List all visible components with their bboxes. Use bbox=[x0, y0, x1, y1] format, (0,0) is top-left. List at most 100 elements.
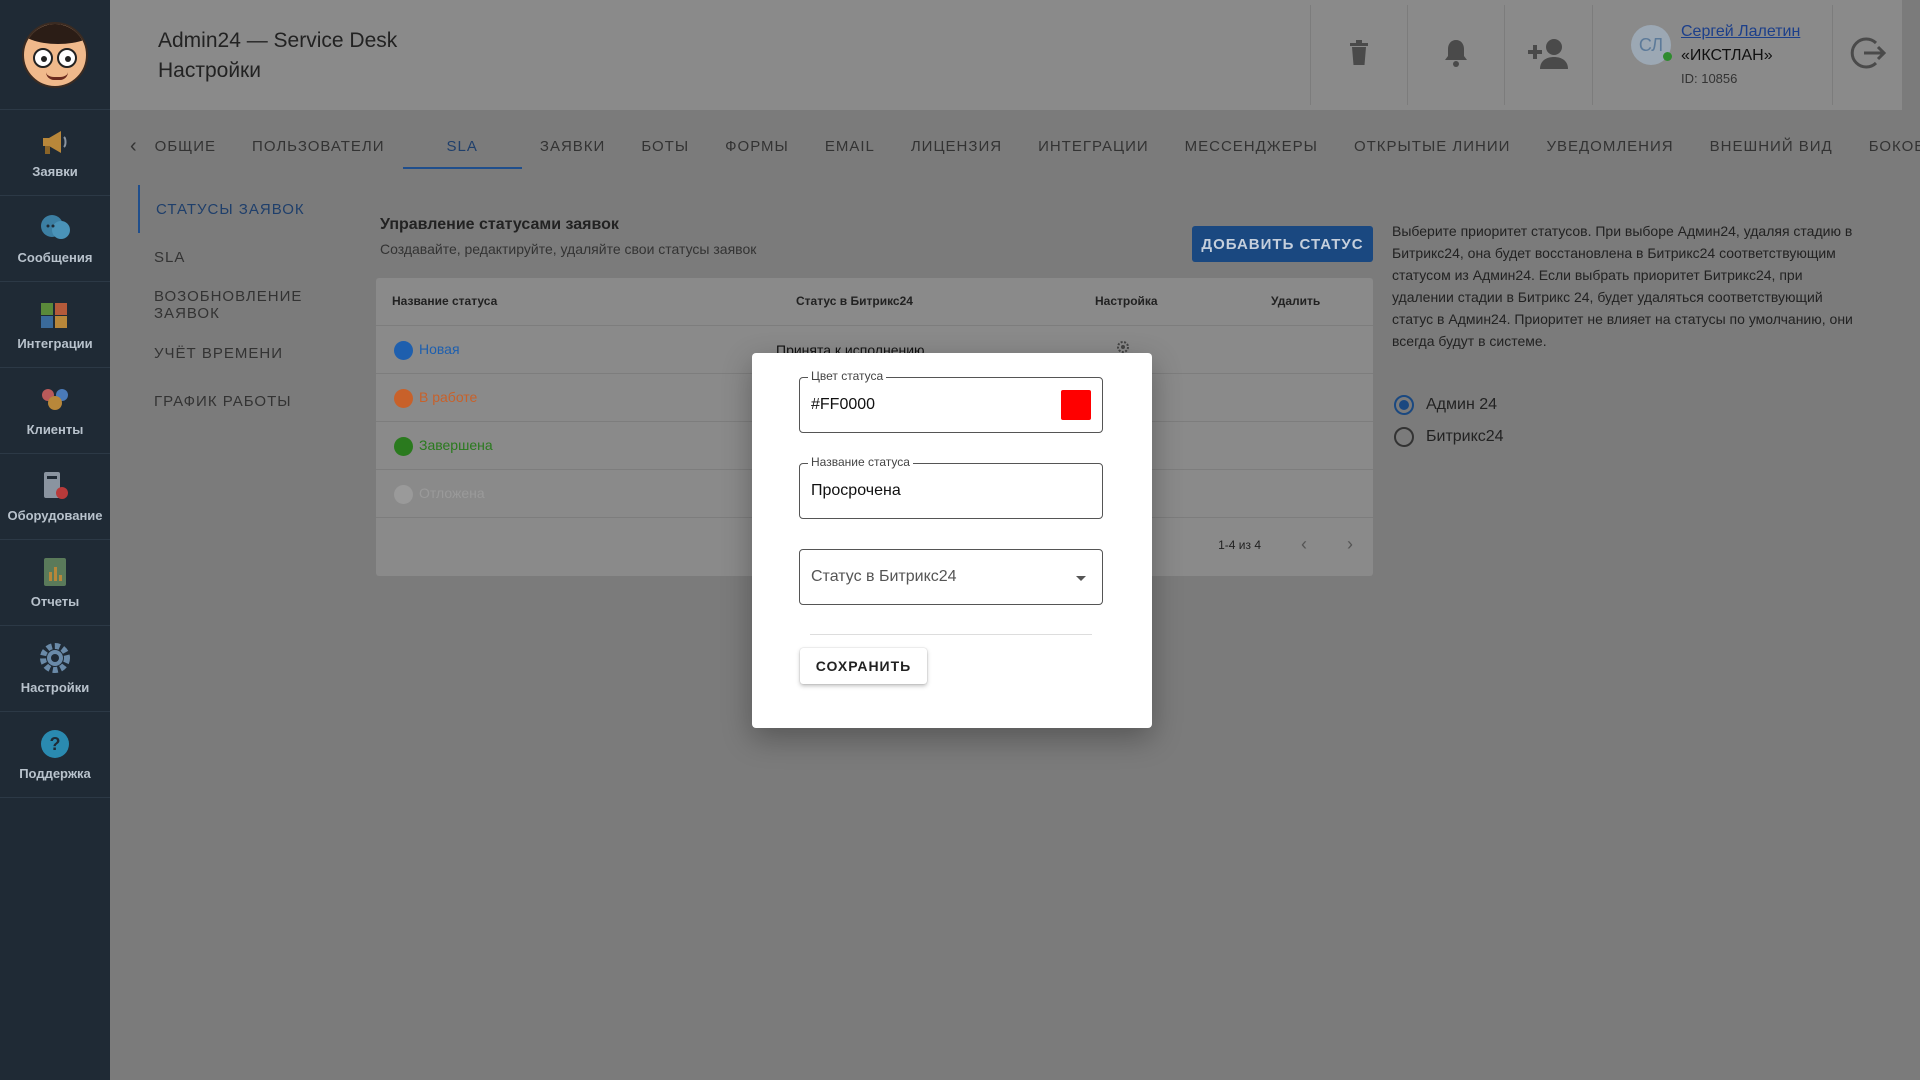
submenu-item-time-tracking[interactable]: УЧЁТ ВРЕМЕНИ bbox=[138, 329, 368, 377]
user-info: СЛ Сергей Лалетин «ИКСТЛАН» ID: 10856 bbox=[1592, 5, 1832, 105]
sidebar: Заявки Сообщения Интеграции Клиенты Обор… bbox=[0, 0, 110, 1080]
radio-label: Битрикс24 bbox=[1426, 428, 1504, 445]
sidebar-item-messages[interactable]: Сообщения bbox=[0, 196, 110, 282]
priority-option-bitrix24[interactable]: Битрикс24 bbox=[1394, 427, 1504, 447]
sidebar-item-label: Заявки bbox=[32, 164, 78, 179]
settings-tabs: ‹ ОБЩИЕ ПОЛЬЗОВАТЕЛИ SLA ЗАЯВКИ БОТЫ ФОР… bbox=[130, 118, 1920, 174]
status-name-link[interactable]: В работе bbox=[419, 389, 477, 405]
mascot-face-icon bbox=[22, 21, 88, 88]
sidebar-item-label: Настройки bbox=[20, 680, 90, 695]
tab-license[interactable]: ЛИЦЕНЗИЯ bbox=[893, 118, 1020, 174]
sidebar-item-equipment[interactable]: Оборудование bbox=[0, 454, 110, 540]
add-status-dialog: Цвет статуса #FF0000 Название статуса Пр… bbox=[752, 353, 1152, 728]
megaphone-icon bbox=[39, 126, 71, 158]
status-name-link[interactable]: Отложена bbox=[419, 485, 485, 501]
submenu-item-statuses[interactable]: СТАТУСЫ ЗАЯВОК bbox=[138, 185, 368, 233]
radio-selected-icon bbox=[1394, 395, 1414, 415]
section-title: Настройки bbox=[158, 59, 261, 82]
bell-icon bbox=[1443, 38, 1469, 73]
status-name-value: Просрочена bbox=[811, 482, 901, 499]
trash-button[interactable] bbox=[1310, 5, 1406, 105]
tab-notifications[interactable]: УВЕДОМЛЕНИЯ bbox=[1528, 118, 1691, 174]
sidebar-item-settings[interactable]: Настройки bbox=[0, 626, 110, 712]
status-name-link[interactable]: Завершена bbox=[419, 437, 493, 453]
status-color-dot bbox=[394, 341, 413, 360]
radio-label: Админ 24 bbox=[1426, 396, 1498, 413]
tab-appearance[interactable]: ВНЕШНИЙ ВИД bbox=[1692, 118, 1851, 174]
color-value: #FF0000 bbox=[811, 396, 876, 413]
top-header: Admin24 — Service Desk Настройки СЛ Серг… bbox=[110, 0, 1902, 110]
column-header: Статус в Битрикс24 bbox=[796, 294, 913, 308]
field-label: Название статуса bbox=[808, 455, 913, 469]
user-id: ID: 10856 bbox=[1681, 71, 1738, 86]
add-status-button[interactable]: ДОБАВИТЬ СТАТУС bbox=[1192, 226, 1373, 262]
sidebar-item-label: Интеграции bbox=[17, 336, 93, 351]
chat-bubbles-icon bbox=[39, 212, 71, 244]
chevron-left-icon: ‹ bbox=[130, 134, 137, 157]
status-color-field[interactable]: Цвет статуса #FF0000 bbox=[799, 369, 1103, 433]
notifications-button[interactable] bbox=[1407, 5, 1503, 105]
sidebar-item-clients[interactable]: Клиенты bbox=[0, 368, 110, 454]
tab-forms[interactable]: ФОРМЫ bbox=[707, 118, 807, 174]
logout-button[interactable] bbox=[1832, 5, 1902, 105]
sidebar-item-requests[interactable]: Заявки bbox=[0, 110, 110, 196]
color-swatch[interactable] bbox=[1061, 390, 1091, 420]
next-page-button[interactable]: › bbox=[1347, 534, 1353, 555]
tab-side[interactable]: БОКОВОЕ bbox=[1851, 118, 1920, 174]
clients-icon bbox=[39, 384, 71, 416]
submenu-item-schedule[interactable]: ГРАФИК РАБОТЫ bbox=[138, 377, 368, 425]
report-icon bbox=[39, 556, 71, 588]
tab-open-lines[interactable]: ОТКРЫТЫЕ ЛИНИИ bbox=[1336, 118, 1529, 174]
trash-icon bbox=[1348, 39, 1370, 71]
gear-icon bbox=[39, 642, 71, 674]
sidebar-item-reports[interactable]: Отчеты bbox=[0, 540, 110, 626]
pagination: 1-4 из 4 ‹ › bbox=[1218, 534, 1353, 555]
divider bbox=[810, 634, 1092, 635]
sidebar-item-label: Сообщения bbox=[17, 250, 93, 265]
sidebar-item-support[interactable]: ? Поддержка bbox=[0, 712, 110, 798]
submenu-item-sla[interactable]: SLA bbox=[138, 233, 368, 281]
pagination-range: 1-4 из 4 bbox=[1218, 537, 1261, 552]
tab-integrations[interactable]: ИНТЕГРАЦИИ bbox=[1020, 118, 1167, 174]
help-icon: ? bbox=[39, 728, 71, 760]
sidebar-item-label: Оборудование bbox=[7, 508, 103, 523]
status-color-dot bbox=[394, 437, 413, 456]
status-name-link[interactable]: Новая bbox=[419, 341, 460, 357]
prev-page-button[interactable]: ‹ bbox=[1301, 534, 1307, 555]
status-color-dot bbox=[394, 389, 413, 408]
column-header: Название статуса bbox=[392, 294, 498, 308]
status-name-field[interactable]: Название статуса Просрочена bbox=[799, 455, 1103, 519]
save-button[interactable]: СОХРАНИТЬ bbox=[800, 648, 927, 684]
tab-sla[interactable]: SLA bbox=[402, 118, 523, 174]
column-header: Настройка bbox=[1095, 294, 1158, 308]
priority-option-admin24[interactable]: Админ 24 bbox=[1394, 395, 1497, 415]
tab-email[interactable]: EMAIL bbox=[807, 118, 893, 174]
settings-submenu: СТАТУСЫ ЗАЯВОК SLA ВОЗОБНОВЛЕНИЕ ЗАЯВОК … bbox=[138, 185, 368, 425]
page-title: Admin24 — Service Desk Настройки bbox=[158, 26, 397, 86]
app-logo[interactable] bbox=[0, 0, 110, 110]
logout-icon bbox=[1850, 35, 1886, 76]
user-name-link[interactable]: Сергей Лалетин bbox=[1681, 23, 1800, 41]
statuses-title: Управление статусами заявок bbox=[380, 216, 619, 233]
bitrix-status-select[interactable]: Статус в Битрикс24 bbox=[799, 549, 1103, 605]
tab-bots[interactable]: БОТЫ bbox=[623, 118, 707, 174]
tab-messengers[interactable]: МЕССЕНДЖЕРЫ bbox=[1167, 118, 1336, 174]
column-header: Удалить bbox=[1271, 294, 1321, 308]
sidebar-item-label: Поддержка bbox=[19, 766, 91, 781]
tab-users[interactable]: ПОЛЬЗОВАТЕЛИ bbox=[234, 118, 403, 174]
sidebar-item-label: Отчеты bbox=[30, 594, 80, 609]
submenu-item-reopen[interactable]: ВОЗОБНОВЛЕНИЕ ЗАЯВОК bbox=[138, 281, 368, 329]
radio-unselected-icon bbox=[1394, 427, 1414, 447]
caret-down-icon bbox=[1076, 576, 1086, 581]
equipment-icon bbox=[39, 470, 71, 502]
sidebar-item-label: Клиенты bbox=[26, 422, 84, 437]
tab-general[interactable]: ОБЩИЕ bbox=[137, 118, 234, 174]
user-company: «ИКСТЛАН» bbox=[1681, 47, 1773, 64]
statuses-subtitle: Создавайте, редактируйте, удаляйте свои … bbox=[380, 241, 757, 257]
select-placeholder: Статус в Битрикс24 bbox=[811, 568, 957, 585]
add-user-button[interactable] bbox=[1504, 5, 1592, 105]
tab-requests[interactable]: ЗАЯВКИ bbox=[522, 118, 623, 174]
tabs-scroll-left-button[interactable]: ‹ bbox=[130, 118, 137, 174]
sidebar-item-integrations[interactable]: Интеграции bbox=[0, 282, 110, 368]
status-color-dot bbox=[394, 485, 413, 504]
